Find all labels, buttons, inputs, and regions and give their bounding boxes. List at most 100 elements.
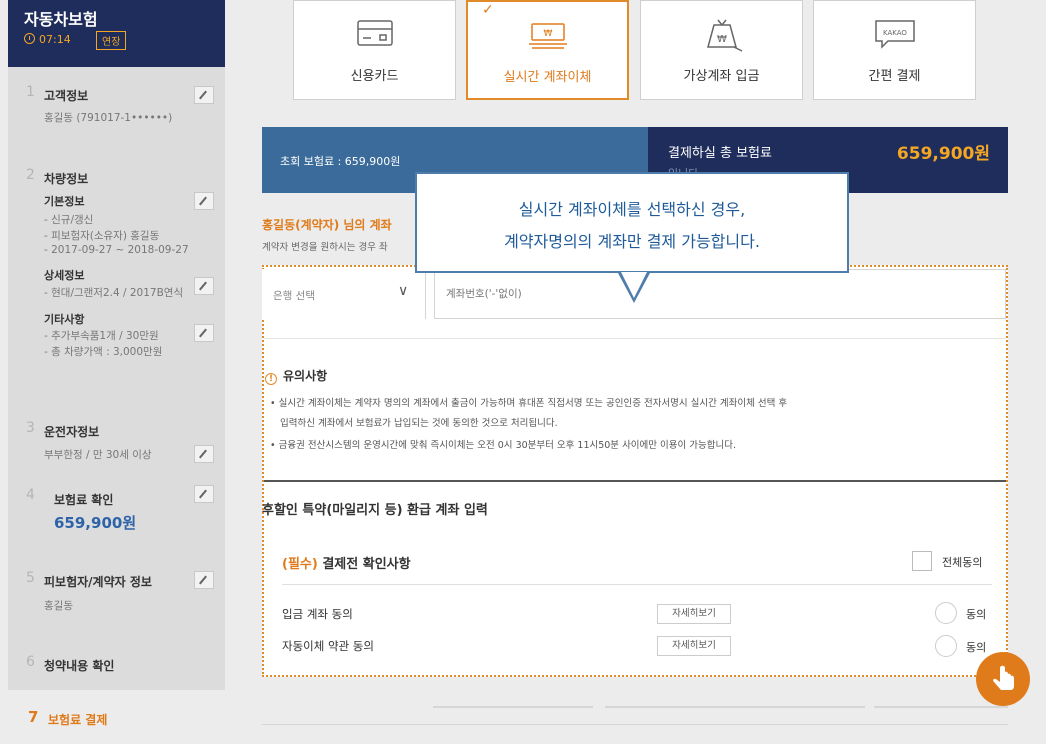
consent-label: 동의: [966, 608, 987, 621]
step-title: 운전자정보: [44, 425, 100, 439]
confirm-title-text: 결제전 확인사항: [322, 557, 411, 572]
touch-help-button[interactable]: [976, 652, 1030, 706]
divider: [605, 706, 865, 708]
step-title: 청약내용 확인: [44, 659, 115, 673]
divider: [282, 584, 992, 585]
divider: [874, 706, 1008, 708]
edit-icon[interactable]: [194, 571, 214, 589]
edit-icon[interactable]: [194, 192, 214, 210]
step-summary: 부부한정 / 만 30세 이상: [44, 449, 152, 461]
tab-label: 신용카드: [350, 69, 399, 84]
view-details-button[interactable]: 자세히보기: [657, 636, 731, 656]
hand-pointer-icon: [993, 665, 1014, 690]
confirm-section-title: (필수) 결제전 확인사항: [282, 553, 411, 572]
extend-session-button[interactable]: 연장: [96, 31, 127, 50]
tooltip-pointer-fill: [621, 272, 647, 298]
timer-text: 07:14: [39, 33, 71, 46]
edit-icon[interactable]: [194, 86, 214, 104]
transfer-tooltip: 실시간 계좌이체를 선택하신 경우, 계약자명의의 계좌만 결제 가능합니다.: [415, 172, 849, 303]
account-number-input[interactable]: [434, 269, 1006, 319]
agree-all-checkbox[interactable]: [912, 551, 932, 571]
svg-text:₩: ₩: [543, 29, 552, 39]
payment-tab-virtual-account[interactable]: ₩ 가상계좌 입금: [640, 0, 803, 100]
deposit-account-consent-label: 입금 계좌 동의: [282, 607, 353, 621]
step-title: 보험료 확인: [54, 493, 114, 507]
chevron-down-icon: ∨: [398, 283, 409, 299]
tab-label: 가상계좌 입금: [683, 69, 760, 84]
virtual-account-icon: ₩: [706, 19, 742, 52]
required-tag: (필수): [282, 557, 318, 572]
tab-label: 실시간 계좌이체: [503, 70, 592, 85]
account-owner-note: 계약자 변경을 원하시는 경우 좌: [262, 242, 388, 253]
warning-icon: !: [265, 373, 277, 385]
check-icon: ✓: [482, 2, 494, 18]
page: 자동차보험 07:14 연장 1 고객정보 홍길동 (791017-1•••••…: [0, 0, 1046, 744]
divider: [433, 706, 593, 708]
edit-icon[interactable]: [194, 277, 214, 295]
step-number: 2: [26, 167, 35, 183]
tab-label: 간편 결제: [868, 69, 921, 84]
account-owner-heading: 홍길동(계약자) 님의 계좌: [262, 218, 392, 232]
edit-icon[interactable]: [194, 445, 214, 463]
deposit-account-consent-radio[interactable]: [935, 602, 957, 624]
notice-line: 입력하신 계좌에서 보험료가 납입되는 것에 동의한 것으로 처리됩니다.: [280, 418, 558, 429]
vehicle-basic-line: - 피보험자(소유자) 홍길동: [44, 230, 160, 242]
step-title: 차량정보: [44, 172, 89, 186]
payment-tab-credit-card[interactable]: 신용카드: [293, 0, 456, 100]
divider: [264, 338, 1006, 339]
payment-tab-bank-transfer[interactable]: ✓ ₩ 실시간 계좌이체: [466, 0, 629, 100]
bank-transfer-icon: ₩: [528, 23, 567, 49]
view-details-button[interactable]: 자세히보기: [657, 604, 731, 624]
sidebar-step-payment: 7 보험료 결제: [8, 690, 225, 744]
vehicle-etc-heading: 기타사항: [44, 313, 85, 326]
step-summary: 홍길동 (791017-1••••••): [44, 112, 173, 124]
payment-tab-easy-pay[interactable]: KAKAO 간편 결제: [813, 0, 976, 100]
vehicle-basic-line: - 2017-09-27 ~ 2018-09-27: [44, 244, 189, 256]
vehicle-detail-heading: 상세정보: [44, 269, 85, 282]
clock-icon: [24, 33, 35, 44]
step-number: 5: [26, 570, 35, 586]
vehicle-etc-line: - 추가부속품1개 / 30만원: [44, 330, 159, 342]
sidebar-header: 자동차보험 07:14 연장: [8, 0, 225, 67]
auto-transfer-terms-radio[interactable]: [935, 635, 957, 657]
total-premium-label: 결제하실 총 보험료: [668, 146, 772, 161]
step-summary: 홍길동: [44, 600, 73, 612]
divider: [262, 724, 1008, 725]
tooltip-line: 실시간 계좌이체를 선택하신 경우,: [518, 200, 746, 219]
product-title: 자동차보험: [24, 10, 98, 29]
notice-line: • 금융권 전산시스템의 운영시간에 맞춰 즉시이체는 오전 0시 30분부터 …: [270, 440, 737, 451]
step-number: 4: [26, 487, 35, 503]
tooltip-line: 계약자명의의 계좌만 결제 가능합니다.: [504, 232, 760, 251]
svg-text:₩: ₩: [717, 34, 727, 45]
sidebar: 자동차보험 07:14 연장 1 고객정보 홍길동 (791017-1•••••…: [8, 0, 225, 744]
step-number: 3: [26, 420, 35, 436]
svg-text:KAKAO: KAKAO: [883, 29, 907, 37]
notice-line: • 실시간 계좌이체는 계약자 명의의 계좌에서 출금이 가능하며 휴대폰 직접…: [270, 398, 788, 409]
total-premium-value: 659,900원: [896, 144, 990, 164]
step-number: 1: [26, 84, 35, 100]
notice-title-text: 유의사항: [283, 369, 328, 383]
refund-account-title: 후할인 특약(마일리지 등) 환급 계좌 입력: [262, 503, 488, 518]
credit-card-icon: [356, 20, 393, 46]
step-number: 7: [28, 708, 39, 726]
agree-all-label: 전체동의: [942, 556, 983, 569]
notice-title: ! 유의사항: [265, 367, 327, 385]
initial-premium: 초회 보험료 : 659,900원: [280, 155, 401, 168]
bank-select[interactable]: 은행 선택 ∨: [262, 269, 426, 319]
step-title: 피보험자/계약자 정보: [44, 575, 152, 589]
kakao-pay-icon: KAKAO: [874, 20, 915, 49]
bank-select-value: 은행 선택: [273, 290, 315, 302]
edit-icon[interactable]: [194, 324, 214, 342]
divider: [264, 480, 1006, 482]
edit-icon[interactable]: [194, 485, 214, 503]
premium-amount: 659,900원: [54, 514, 137, 532]
step-number: 6: [26, 654, 35, 670]
vehicle-detail-line: - 현대/그랜저2.4 / 2017B연식: [44, 287, 184, 299]
vehicle-etc-line: - 총 차량가액 : 3,000만원: [44, 346, 163, 358]
session-timer: 07:14: [24, 33, 71, 46]
step-title: 보험료 결제: [48, 713, 108, 727]
account-entry-area: [262, 265, 1008, 677]
step-title: 고객정보: [44, 89, 89, 103]
vehicle-basic-heading: 기본정보: [44, 195, 85, 208]
auto-transfer-terms-label: 자동이체 약관 동의: [282, 639, 374, 653]
